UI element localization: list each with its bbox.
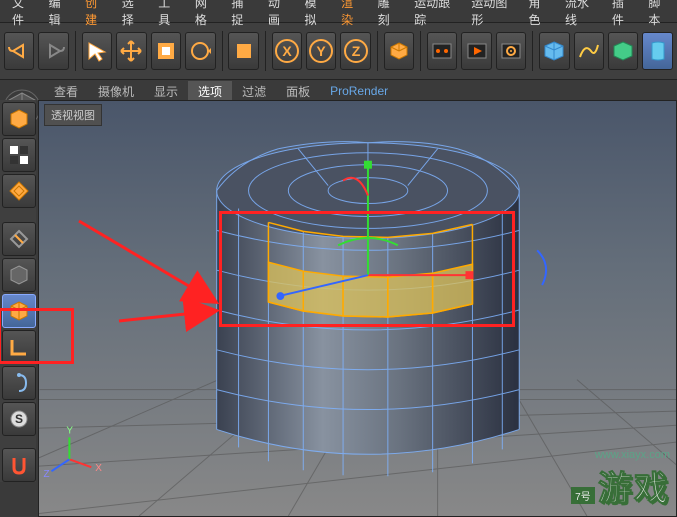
menu-item-12[interactable]: 运动图形 [463, 0, 520, 30]
object-mode-button[interactable] [2, 258, 36, 292]
enable-axis-button[interactable]: S [2, 402, 36, 436]
cube-primitive-button[interactable] [539, 32, 569, 70]
vp-menu-item-5[interactable]: 面板 [276, 81, 320, 102]
svg-text:X: X [282, 43, 292, 59]
menu-item-8[interactable]: 模拟 [297, 0, 334, 30]
menu-item-0[interactable]: 文件 [4, 0, 41, 30]
point-mode-button[interactable] [2, 366, 36, 400]
polygon-mode-button[interactable] [2, 294, 36, 328]
spline-button[interactable] [574, 32, 604, 70]
left-tool-column: S [0, 100, 36, 482]
viewport-label: 透视视图 [44, 104, 102, 126]
vp-menu-item-3[interactable]: 选项 [188, 81, 232, 102]
render-settings-button[interactable] [496, 32, 526, 70]
svg-text:S: S [15, 412, 23, 426]
generator-button[interactable] [608, 32, 638, 70]
vp-menu-item-1[interactable]: 摄像机 [88, 81, 144, 102]
coord-system-button[interactable] [384, 32, 414, 70]
menu-item-3[interactable]: 选择 [114, 0, 151, 30]
axis-z-label: Z [44, 469, 50, 480]
texture-mode-button[interactable] [2, 174, 36, 208]
watermark-brand-small: 7号 [571, 487, 595, 504]
watermark-url: www.xiayx.com [571, 449, 670, 461]
render-view-button[interactable] [427, 32, 457, 70]
viewport-3d[interactable]: X Y Z www.xiayx.com 7号 游戏 [38, 100, 677, 517]
z-axis-button[interactable]: Z [340, 32, 370, 70]
scale-button[interactable] [151, 32, 181, 70]
menu-item-2[interactable]: 创建 [77, 0, 114, 30]
watermark: www.xiayx.com 7号 游戏 [571, 449, 670, 510]
render-pv-button[interactable] [461, 32, 491, 70]
svg-text:Y: Y [317, 43, 327, 59]
make-editable-button[interactable] [2, 102, 36, 136]
main-toolbar: X Y Z [0, 23, 677, 80]
watermark-brand-big: 游戏 [598, 470, 670, 508]
snap-button[interactable] [2, 448, 36, 482]
vp-menu-item-2[interactable]: 显示 [144, 81, 188, 102]
main-menu-bar: 文件编辑创建选择工具网格捕捉动画模拟渲染雕刻运动跟踪运动图形角色流水线插件脚本 [0, 0, 677, 23]
redo-button[interactable] [38, 32, 68, 70]
svg-text:Z: Z [351, 43, 360, 59]
y-axis-button[interactable]: Y [306, 32, 336, 70]
edge-mode-button[interactable] [2, 330, 36, 364]
last-tool-button[interactable] [228, 32, 258, 70]
workplane-button[interactable] [2, 222, 36, 256]
undo-button[interactable] [4, 32, 34, 70]
menu-item-1[interactable]: 编辑 [41, 0, 78, 30]
menu-item-4[interactable]: 工具 [150, 0, 187, 30]
menu-item-6[interactable]: 捕捉 [223, 0, 260, 30]
menu-item-15[interactable]: 插件 [604, 0, 641, 30]
workspace: S [0, 100, 677, 517]
axis-y-label: Y [66, 425, 73, 436]
menu-item-5[interactable]: 网格 [187, 0, 224, 30]
menu-item-16[interactable]: 脚本 [640, 0, 677, 30]
vp-menu-item-0[interactable]: 查看 [44, 81, 88, 102]
rotate-button[interactable] [185, 32, 215, 70]
menu-item-13[interactable]: 角色 [520, 0, 557, 30]
deformer-button[interactable] [642, 32, 672, 70]
live-select-button[interactable] [82, 32, 112, 70]
menu-item-10[interactable]: 雕刻 [370, 0, 407, 30]
menu-item-11[interactable]: 运动跟踪 [406, 0, 463, 30]
viewport-menu-bar: 查看摄像机显示选项过滤面板ProRender [0, 80, 677, 102]
vp-menu-item-6[interactable]: ProRender [320, 82, 398, 100]
vp-menu-item-4[interactable]: 过滤 [232, 81, 276, 102]
menu-item-9[interactable]: 渲染 [333, 0, 370, 30]
axis-x-label: X [95, 463, 102, 474]
menu-item-14[interactable]: 流水线 [557, 0, 604, 30]
x-axis-button[interactable]: X [272, 32, 302, 70]
menu-item-7[interactable]: 动画 [260, 0, 297, 30]
model-mode-button[interactable] [2, 138, 36, 172]
move-button[interactable] [116, 32, 146, 70]
